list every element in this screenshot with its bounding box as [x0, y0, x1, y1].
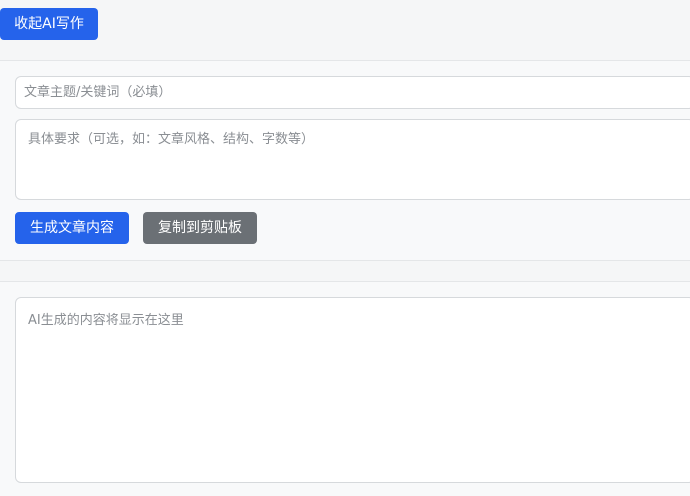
generate-article-button[interactable]: 生成文章内容 — [15, 212, 129, 244]
requirements-textarea[interactable] — [15, 119, 690, 200]
ai-writing-page: 收起AI写作 生成文章内容 复制到剪贴板 — [0, 0, 690, 496]
collapse-ai-writing-button[interactable]: 收起AI写作 — [0, 8, 98, 40]
copy-to-clipboard-button[interactable]: 复制到剪贴板 — [143, 212, 257, 244]
generated-content-area[interactable] — [15, 297, 690, 483]
topic-input[interactable] — [15, 76, 690, 109]
output-panel — [0, 281, 690, 496]
article-form-panel: 生成文章内容 复制到剪贴板 — [0, 60, 690, 261]
